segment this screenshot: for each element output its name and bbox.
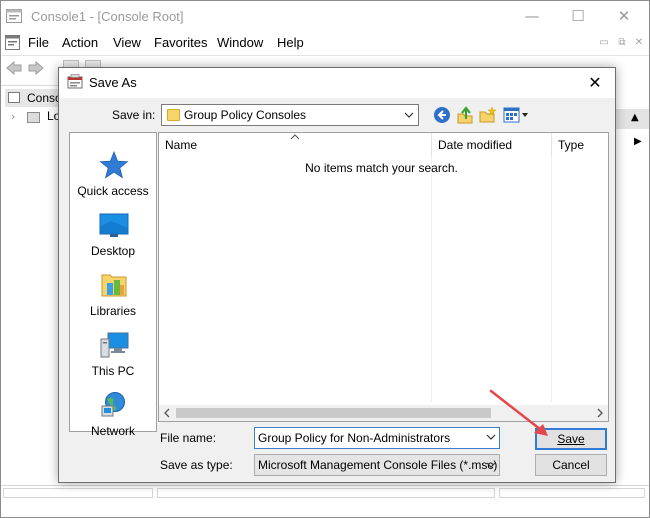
save-in-dropdown[interactable]: Group Policy Consoles xyxy=(161,104,419,126)
place-label: Network xyxy=(90,424,135,438)
save-button[interactable]: Save xyxy=(535,428,607,450)
back-arrow-icon[interactable] xyxy=(5,60,23,76)
desktop-icon xyxy=(99,213,129,237)
console-menu-icon[interactable] xyxy=(5,35,20,50)
folder-icon xyxy=(167,109,180,121)
dialog-close-button[interactable]: ✕ xyxy=(581,71,609,95)
column-header-type[interactable]: Type xyxy=(551,133,609,157)
policy-icon xyxy=(27,112,40,123)
file-list[interactable]: Name Date modified Type No items match y… xyxy=(158,132,609,422)
menu-action[interactable]: Action xyxy=(62,35,98,50)
file-name-input[interactable] xyxy=(254,427,500,449)
chevron-down-icon[interactable] xyxy=(484,429,498,445)
place-label: Quick access xyxy=(77,184,149,198)
scroll-left-icon[interactable] xyxy=(161,407,173,419)
menu-window[interactable]: Window xyxy=(217,35,263,50)
save-as-dialog: Save As ✕ Save in: Group Policy Consoles xyxy=(58,67,616,483)
column-header-date-modified[interactable]: Date modified xyxy=(431,133,551,157)
mmc-titlebar: Console1 - [Console Root] — ☐ ✕ xyxy=(1,1,649,32)
back-arrow-icon[interactable] xyxy=(433,106,451,124)
place-label: This PC xyxy=(91,364,135,378)
horizontal-scrollbar[interactable] xyxy=(159,405,608,421)
chevron-down-icon xyxy=(486,462,496,468)
star-icon xyxy=(99,151,129,179)
place-quick-access[interactable]: Quick access xyxy=(70,147,156,203)
place-desktop[interactable]: Desktop xyxy=(70,207,156,263)
tree-item-label: Conso xyxy=(27,91,62,105)
actions-pane: ▲ ▶ xyxy=(615,109,649,489)
view-menu-icon[interactable] xyxy=(503,106,529,124)
sort-ascending-icon xyxy=(290,134,300,140)
list-header: Name Date modified Type xyxy=(159,133,608,157)
place-label: Desktop xyxy=(90,244,136,258)
minimize-button[interactable]: — xyxy=(509,1,555,32)
save-in-label: Save in: xyxy=(112,108,156,122)
mdi-restore-button[interactable]: ⧉ xyxy=(616,37,628,49)
chevron-down-icon xyxy=(404,112,414,118)
save-dialog-icon xyxy=(67,74,83,89)
status-cell xyxy=(157,488,495,498)
tree-item-console-root[interactable]: Conso xyxy=(5,89,62,107)
computer-icon xyxy=(100,332,129,358)
dialog-title: Save As xyxy=(89,75,137,90)
dialog-titlebar: Save As ✕ xyxy=(59,68,615,98)
forward-arrow-icon[interactable] xyxy=(27,60,45,76)
cancel-button[interactable]: Cancel xyxy=(535,454,607,476)
empty-list-message: No items match your search. xyxy=(305,161,458,175)
save-as-type-value: Microsoft Management Console Files (*.ms… xyxy=(258,458,498,472)
mdi-close-button[interactable]: ✕ xyxy=(633,37,645,49)
column-label: Name xyxy=(165,138,198,152)
places-bar: Quick access Desktop Libraries This PC N… xyxy=(69,132,157,438)
place-network[interactable]: Network xyxy=(70,387,156,443)
file-name-label: File name: xyxy=(160,431,217,445)
place-label: Libraries xyxy=(89,304,137,318)
status-bar xyxy=(1,485,649,499)
close-button[interactable]: ✕ xyxy=(601,1,647,32)
save-as-type-dropdown[interactable]: Microsoft Management Console Files (*.ms… xyxy=(254,454,500,476)
place-libraries[interactable]: Libraries xyxy=(70,267,156,323)
libraries-icon xyxy=(101,274,127,297)
mmc-app-icon xyxy=(6,9,22,23)
mdi-minimize-button[interactable]: ▭ xyxy=(598,37,610,49)
scroll-right-icon[interactable] xyxy=(594,407,606,419)
menu-file[interactable]: File xyxy=(28,35,49,50)
up-folder-icon[interactable] xyxy=(456,106,474,124)
scrollbar-thumb[interactable] xyxy=(176,408,491,418)
place-this-pc[interactable]: This PC xyxy=(70,327,156,383)
column-label: Date modified xyxy=(438,138,513,152)
folder-icon xyxy=(8,92,20,103)
menu-favorites[interactable]: Favorites xyxy=(154,35,207,50)
maximize-button[interactable]: ☐ xyxy=(555,1,601,32)
column-divider xyxy=(551,157,552,403)
save-in-value: Group Policy Consoles xyxy=(184,108,307,122)
expand-chevron-icon[interactable]: › xyxy=(11,110,15,123)
network-icon xyxy=(101,392,125,417)
column-header-name[interactable]: Name xyxy=(159,133,431,157)
save-as-type-label: Save as type: xyxy=(160,458,233,472)
menu-bar: File Action View Favorites Window Help xyxy=(1,32,649,54)
status-cell xyxy=(499,488,645,498)
column-divider xyxy=(431,157,432,403)
submenu-arrow-icon[interactable]: ▶ xyxy=(634,136,642,147)
menu-view[interactable]: View xyxy=(113,35,141,50)
console-tree: Conso › Lo xyxy=(1,85,62,485)
new-folder-icon[interactable] xyxy=(479,106,497,124)
status-cell xyxy=(3,488,153,498)
menu-help[interactable]: Help xyxy=(277,35,304,50)
column-label: Type xyxy=(558,138,585,152)
collapse-arrow-icon: ▲ xyxy=(631,112,639,123)
actions-header[interactable]: ▲ xyxy=(615,109,649,129)
mmc-window-title: Console1 - [Console Root] xyxy=(31,9,184,24)
